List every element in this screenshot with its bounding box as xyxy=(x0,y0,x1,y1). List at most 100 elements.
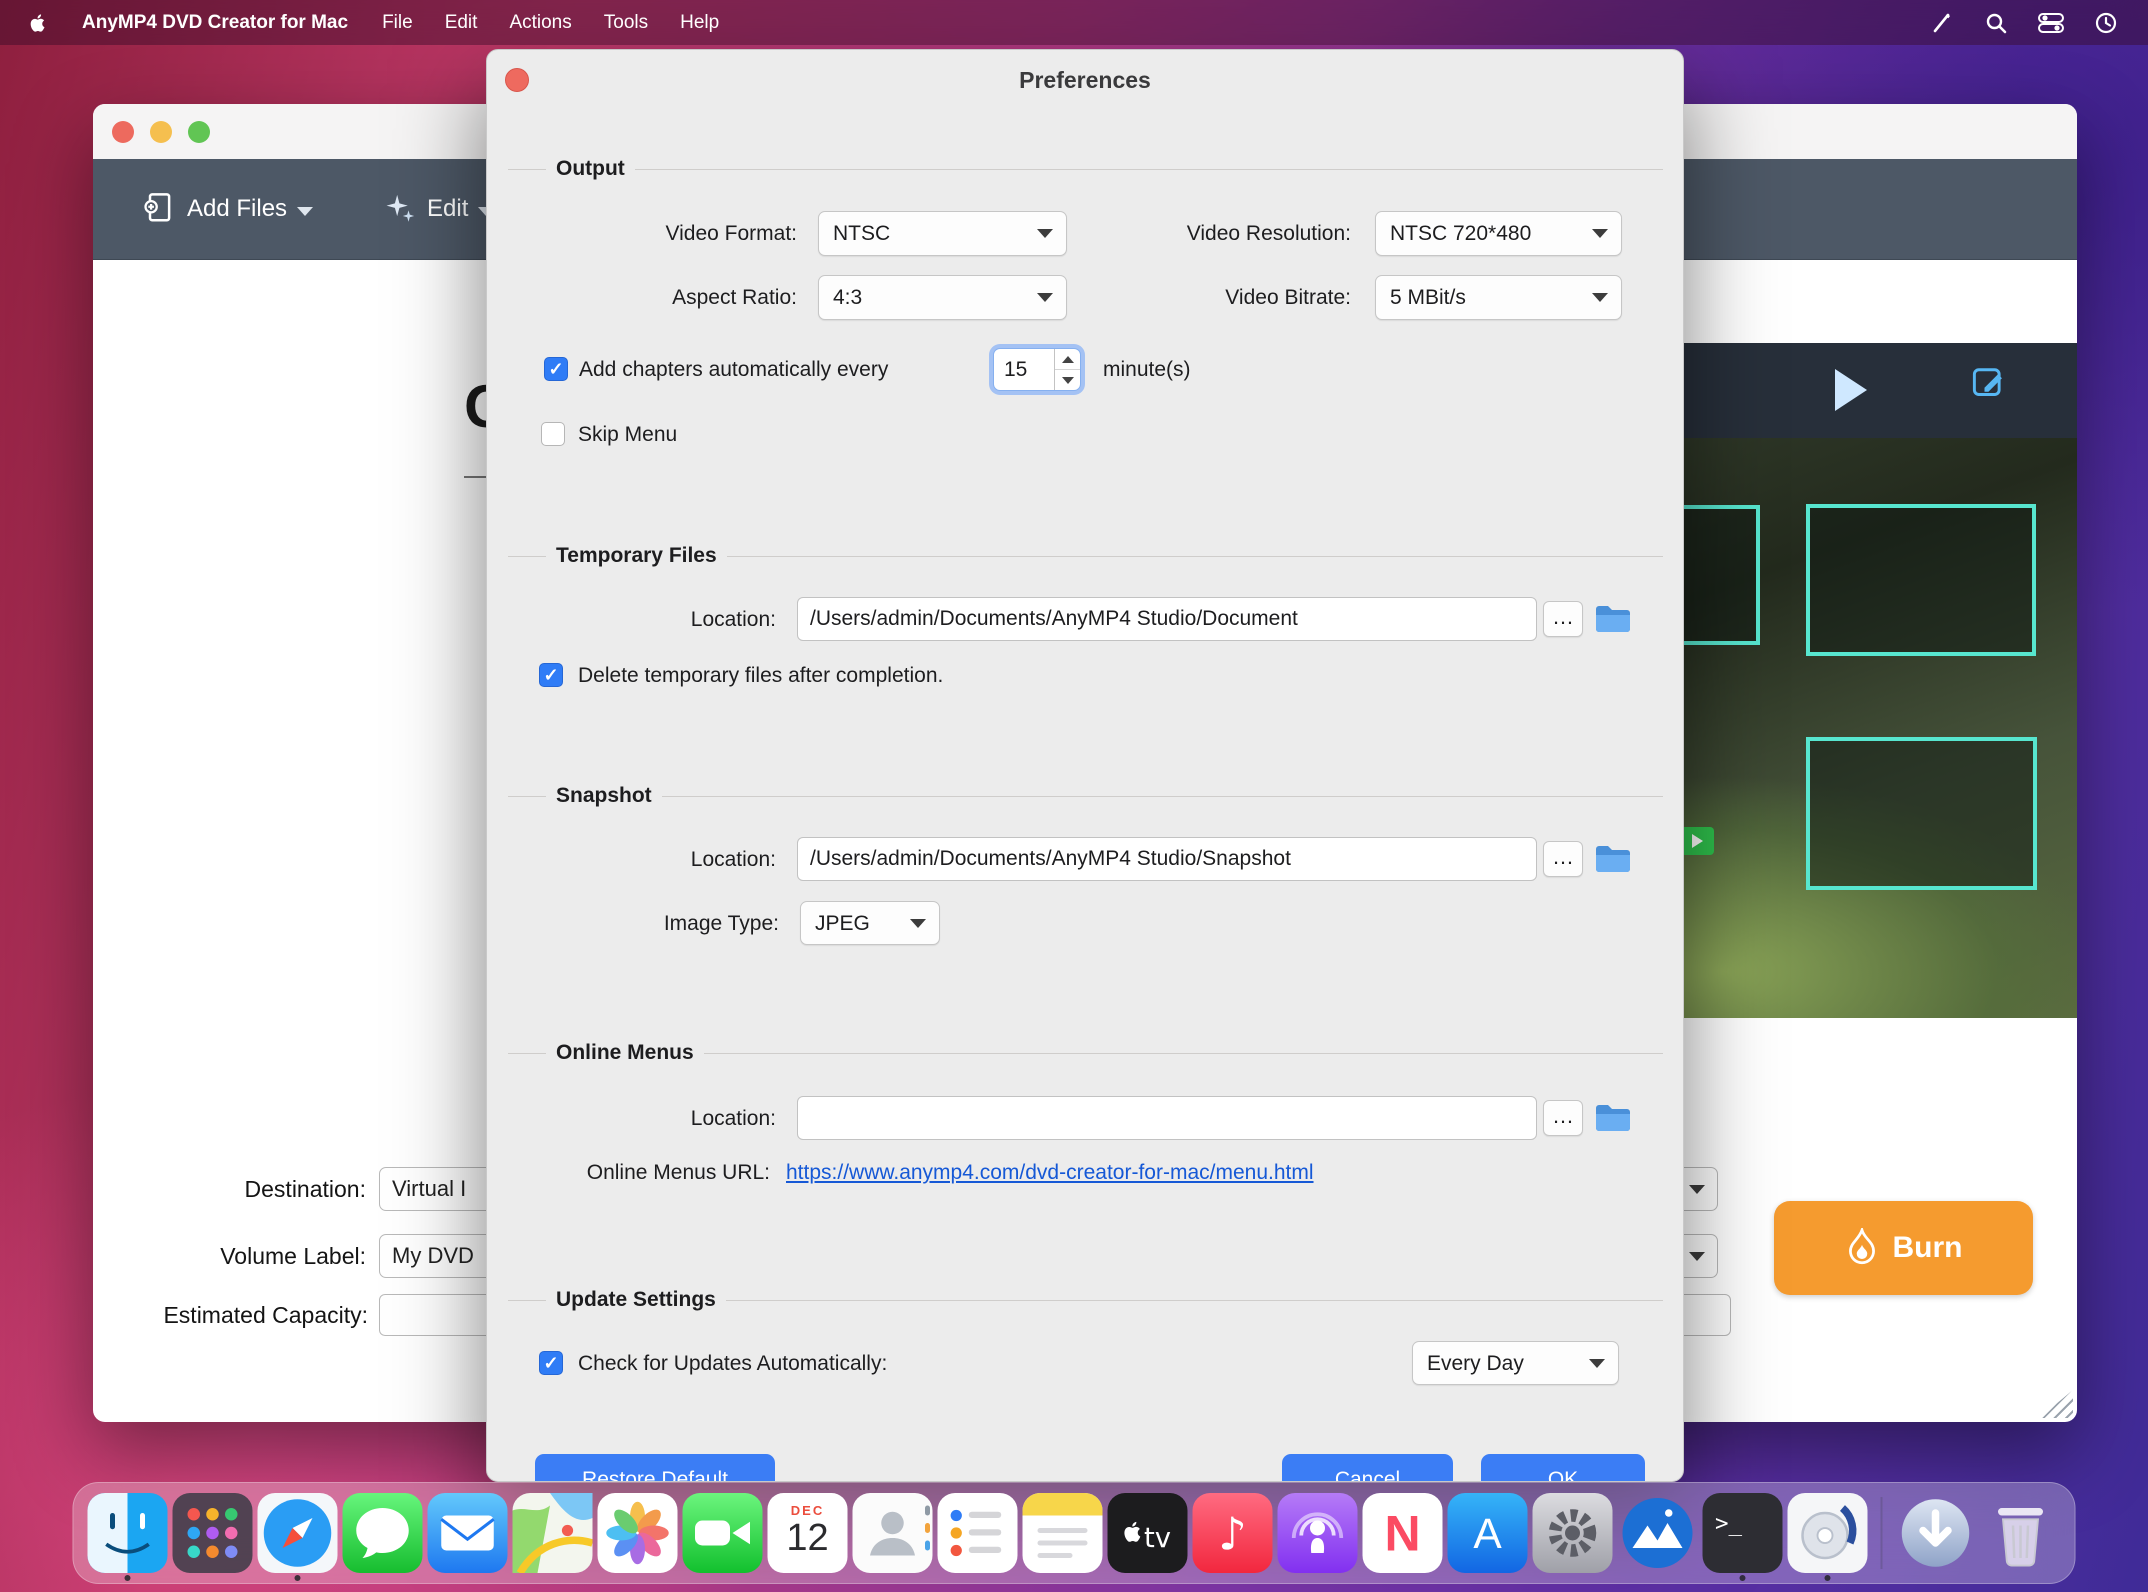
chevron-down-icon xyxy=(1592,293,1608,302)
restore-default-button[interactable]: Restore Default xyxy=(535,1454,775,1482)
close-window-button[interactable] xyxy=(112,121,134,143)
burn-button[interactable]: Burn xyxy=(1774,1201,2033,1295)
flame-icon xyxy=(1845,1228,1879,1268)
temp-location-field[interactable]: /Users/admin/Documents/AnyMP4 Studio/Doc… xyxy=(797,597,1537,641)
delete-temp-checkbox[interactable] xyxy=(539,663,563,687)
dock-item-trash[interactable] xyxy=(1981,1493,2061,1573)
menu-actions[interactable]: Actions xyxy=(493,12,587,34)
add-files-button[interactable]: Add Files xyxy=(141,191,313,227)
dock-item-notes[interactable] xyxy=(1023,1493,1103,1573)
video-format-label: Video Format: xyxy=(547,211,797,256)
snapshot-browse-button[interactable]: … xyxy=(1543,841,1583,877)
section-temp-title: Temporary Files xyxy=(556,544,717,568)
dock-item-mail[interactable] xyxy=(428,1493,508,1573)
dock-item-downloads[interactable] xyxy=(1896,1493,1976,1573)
spotlight-search-icon[interactable] xyxy=(1984,11,2008,35)
folder-icon xyxy=(1594,603,1632,635)
dock-item-dvd-creator[interactable] xyxy=(1788,1493,1868,1573)
dock-separator xyxy=(1881,1497,1883,1569)
dock-item-messages[interactable] xyxy=(343,1493,423,1573)
add-files-label: Add Files xyxy=(187,195,287,223)
menu-tools[interactable]: Tools xyxy=(588,12,664,34)
clock-status-icon[interactable] xyxy=(2094,11,2118,35)
dock-item-system-preferences[interactable] xyxy=(1533,1493,1613,1573)
video-resolution-select[interactable]: NTSC 720*480 xyxy=(1375,211,1622,256)
content-heading-underline xyxy=(464,476,486,478)
preview-edit-icon[interactable] xyxy=(1971,363,2007,399)
chevron-down-icon xyxy=(1689,1185,1705,1194)
dock-item-launchpad[interactable] xyxy=(173,1493,253,1573)
preview-play-badge-icon[interactable] xyxy=(1680,827,1714,855)
temp-browse-button[interactable]: … xyxy=(1543,601,1583,637)
snapshot-location-label: Location: xyxy=(567,837,776,882)
online-menus-url-link[interactable]: https://www.anymp4.com/dvd-creator-for-m… xyxy=(786,1150,1314,1195)
pencil-status-icon[interactable] xyxy=(1930,11,1954,35)
image-type-select[interactable]: JPEG xyxy=(800,901,940,945)
volume-label: Volume Label: xyxy=(153,1234,366,1278)
section-snapshot: Snapshot xyxy=(508,781,1663,811)
svg-text:A: A xyxy=(1473,1511,1502,1558)
check-updates-checkbox[interactable] xyxy=(539,1351,563,1375)
edit-button[interactable]: Edit xyxy=(383,192,494,226)
dock-item-photos[interactable] xyxy=(598,1493,678,1573)
dock-item-finder[interactable] xyxy=(88,1493,168,1573)
dock-item-facetime[interactable] xyxy=(683,1493,763,1573)
menu-edit[interactable]: Edit xyxy=(429,12,494,34)
menu-file[interactable]: File xyxy=(366,12,429,34)
online-location-field[interactable] xyxy=(797,1096,1537,1140)
preview-play-icon[interactable] xyxy=(1835,369,1867,411)
dock-item-reminders[interactable] xyxy=(938,1493,1018,1573)
apple-icon xyxy=(26,11,48,35)
cancel-button[interactable]: Cancel xyxy=(1282,1454,1453,1482)
add-chapters-checkbox[interactable] xyxy=(544,357,568,381)
dock-item-terminal[interactable]: >_ xyxy=(1703,1493,1783,1573)
control-center-icon[interactable] xyxy=(2038,11,2064,35)
running-indicator xyxy=(295,1575,301,1581)
chapter-interval-stepper[interactable]: 15 xyxy=(993,348,1081,391)
chevron-down-icon xyxy=(910,919,926,928)
temp-location-label: Location: xyxy=(567,597,776,642)
temp-open-folder-button[interactable] xyxy=(1591,599,1635,639)
dock-item-maps[interactable] xyxy=(513,1493,593,1573)
aspect-ratio-value: 4:3 xyxy=(833,286,862,309)
menu-app-name[interactable]: AnyMP4 DVD Creator for Mac xyxy=(64,12,366,34)
dock-item-podcasts[interactable] xyxy=(1278,1493,1358,1573)
running-indicator xyxy=(125,1575,131,1581)
section-output: Output xyxy=(508,154,1663,184)
section-online-menus: Online Menus xyxy=(508,1038,1663,1068)
video-bitrate-value: 5 MBit/s xyxy=(1390,286,1466,309)
snapshot-open-folder-button[interactable] xyxy=(1591,839,1635,879)
skip-menu-checkbox[interactable] xyxy=(541,422,565,446)
video-bitrate-select[interactable]: 5 MBit/s xyxy=(1375,275,1622,320)
dock-item-mountain-app[interactable] xyxy=(1618,1493,1698,1573)
dock-item-calendar[interactable]: DEC 12 xyxy=(768,1493,848,1573)
dock-item-contacts[interactable] xyxy=(853,1493,933,1573)
video-format-select[interactable]: NTSC xyxy=(818,211,1067,256)
menu-help[interactable]: Help xyxy=(664,12,735,34)
snapshot-location-field[interactable]: /Users/admin/Documents/AnyMP4 Studio/Sna… xyxy=(797,837,1537,881)
chevron-down-icon xyxy=(1589,1359,1605,1368)
dock-item-news[interactable]: N xyxy=(1363,1493,1443,1573)
dock-item-music[interactable]: ♪ xyxy=(1193,1493,1273,1573)
dock-item-app-store[interactable]: A xyxy=(1448,1493,1528,1573)
online-browse-button[interactable]: … xyxy=(1543,1100,1583,1136)
aspect-ratio-select[interactable]: 4:3 xyxy=(818,275,1067,320)
image-type-label: Image Type: xyxy=(567,901,779,946)
online-open-folder-button[interactable] xyxy=(1591,1098,1635,1138)
image-type-value: JPEG xyxy=(815,912,870,935)
zoom-window-button[interactable] xyxy=(188,121,210,143)
minimize-window-button[interactable] xyxy=(150,121,172,143)
stepper-arrows-icon[interactable] xyxy=(1054,349,1080,390)
dock-item-apple-tv[interactable]: tv xyxy=(1108,1493,1188,1573)
window-resize-handle[interactable] xyxy=(2039,1390,2073,1418)
dock-item-safari[interactable] xyxy=(258,1493,338,1573)
dock: DEC 12 tv ♪ N A >_ xyxy=(73,1482,2076,1584)
menu-thumbnail-frame[interactable] xyxy=(1806,504,2036,656)
chapter-interval-value[interactable]: 15 xyxy=(994,349,1054,390)
video-bitrate-label: Video Bitrate: xyxy=(1107,275,1351,320)
apple-menu[interactable] xyxy=(0,11,64,35)
menu-thumbnail-frame[interactable] xyxy=(1806,737,2037,890)
ok-button[interactable]: OK xyxy=(1481,1454,1645,1482)
update-frequency-select[interactable]: Every Day xyxy=(1412,1341,1619,1385)
update-frequency-value: Every Day xyxy=(1427,1352,1524,1375)
